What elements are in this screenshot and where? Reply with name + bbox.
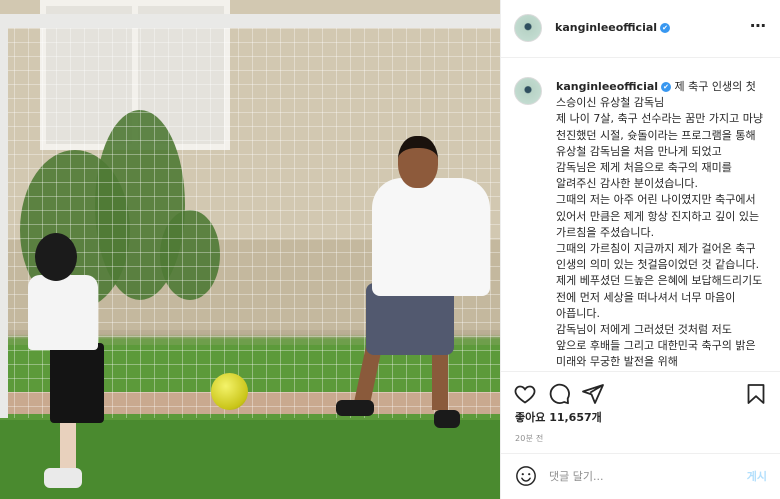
photo-man-shoe: [434, 410, 460, 428]
post-timestamp[interactable]: 20분 전: [515, 433, 543, 444]
likes-count[interactable]: 좋아요 11,657개: [515, 409, 602, 425]
share-icon[interactable]: [581, 382, 605, 406]
photo-man-leg: [432, 350, 448, 410]
emoji-icon[interactable]: [515, 465, 537, 487]
comment-icon[interactable]: [547, 382, 571, 406]
caption-line: 그때의 가르침이 지금까지 제가 걸어온 축구 인생의 의미 있는 첫걸음이었던…: [556, 242, 760, 272]
photo-kid-shorts: [50, 343, 104, 423]
photo-kid-shirt: [28, 275, 98, 350]
post-header: kanginleeofficial ✔ ⋯: [501, 0, 780, 58]
photo-goal-crossbar: [0, 14, 500, 28]
photo-goal-post: [0, 28, 8, 418]
caption-line: 그때의 저는 아주 어린 나이였지만 축구에서 있어서 만큼은 제게 항상 진지…: [556, 193, 763, 239]
post-photo[interactable]: [0, 0, 500, 499]
comment-box: 게시: [501, 453, 780, 499]
caption-line: 제 나이 7살, 축구 선수라는 꿈만 가지고 마냥 천진했던 시절, 슛돌이라…: [556, 112, 767, 191]
post-author[interactable]: kanginleeofficial ✔: [555, 21, 671, 34]
photo-kid-shoe: [44, 468, 82, 488]
comment-input[interactable]: [549, 466, 729, 486]
caption: kanginleeofficial ✔ 제 축구 인생의 첫 스승이신 유상철 감…: [556, 79, 764, 371]
username-text[interactable]: kanginleeofficial: [555, 21, 657, 34]
caption-line: 제게 베푸셨던 드높은 은혜에 보답해드리기도 전에 먼저 세상을 떠나셔서 너…: [556, 274, 766, 320]
photo-soccer-ball: [211, 373, 248, 410]
more-icon[interactable]: ⋯: [750, 16, 767, 35]
post-comment-button[interactable]: 게시: [747, 468, 767, 484]
caption-line: 감독님이 저에게 그러셨던 것처럼 저도 앞으로 후배들 그리고 대한민국 축구…: [556, 323, 760, 369]
caption-area: kanginleeofficial ✔ 제 축구 인생의 첫 스승이신 유상철 감…: [501, 59, 780, 371]
heart-icon[interactable]: [513, 382, 537, 406]
avatar[interactable]: [514, 14, 542, 42]
photo-man-shirt: [372, 178, 490, 296]
bookmark-icon[interactable]: [744, 382, 768, 406]
photo-kid-head: [35, 233, 77, 281]
photo-man-head: [398, 136, 438, 188]
verified-badge-icon: ✔: [660, 23, 671, 33]
post-side-panel: kanginleeofficial ✔ ⋯ kanginleeofficial ✔ …: [500, 0, 780, 499]
post-actions: 좋아요 11,657개 20분 전: [501, 371, 780, 453]
photo-man-shoe: [336, 400, 374, 416]
caption-username[interactable]: kanginleeofficial: [556, 80, 658, 93]
verified-badge-icon: ✔: [661, 82, 672, 92]
caption-avatar[interactable]: [514, 77, 542, 105]
